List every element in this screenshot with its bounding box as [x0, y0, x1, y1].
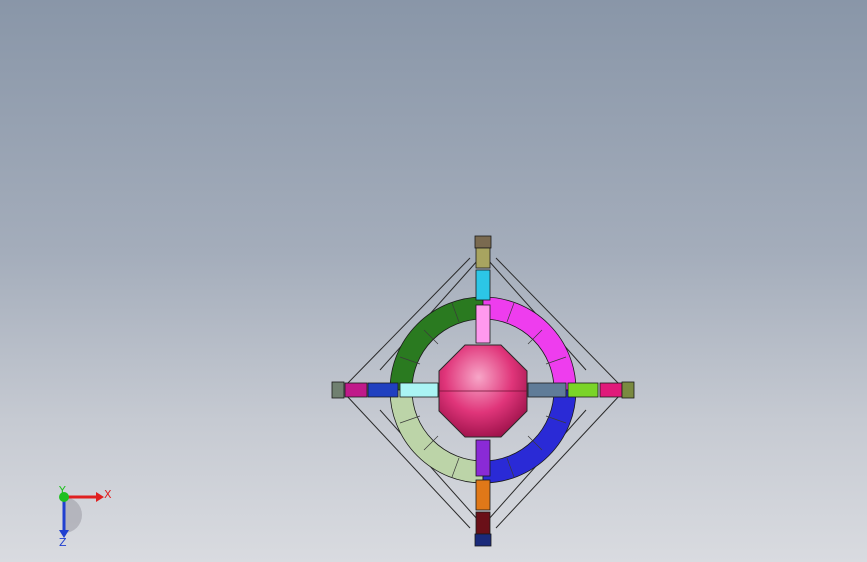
graphics-viewport[interactable]: X Y Z — [0, 0, 867, 562]
arm-left — [331, 381, 439, 399]
arm-bottom — [474, 439, 492, 547]
coordinate-triad: X Y Z — [58, 484, 112, 549]
z-axis-label: Z — [59, 536, 67, 549]
arm-top — [474, 235, 492, 344]
y-axis-label: Y — [58, 484, 66, 497]
x-axis-label: X — [104, 488, 112, 501]
arm-right — [527, 381, 635, 399]
assembly-model[interactable] — [0, 0, 867, 562]
